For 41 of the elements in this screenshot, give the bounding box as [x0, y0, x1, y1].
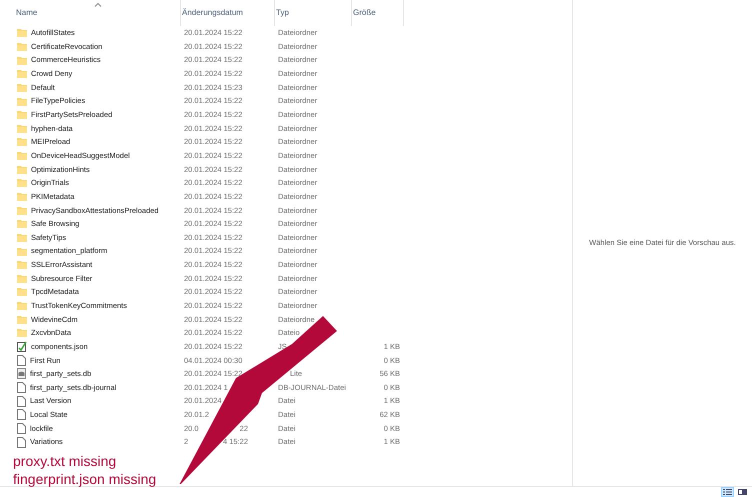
folder-icon: [17, 287, 27, 296]
column-header[interactable]: Name: [15, 0, 181, 26]
details-view-button[interactable]: [721, 487, 734, 497]
tiles-view-button[interactable]: [736, 487, 749, 497]
folder-icon: [17, 124, 27, 133]
annotation-text: fingerprint.json missing: [13, 470, 158, 488]
folder-icon: [17, 274, 27, 283]
annotation-text: proxy.txt missing: [13, 452, 118, 470]
folder-icon: [17, 206, 27, 215]
folder-icon: [17, 301, 27, 310]
folder-icon: [17, 246, 27, 256]
folder-icon: [17, 260, 27, 270]
document-icon: [17, 422, 26, 434]
sort-caret-icon: [94, 3, 101, 7]
folder-icon: [17, 192, 27, 201]
folder-icon: [17, 137, 27, 146]
folder-icon: [17, 96, 27, 106]
folder-icon: [17, 178, 27, 188]
column-header[interactable]: Typ: [275, 0, 352, 26]
document-icon: [17, 354, 26, 366]
preview-pane-icon: [738, 489, 747, 495]
folder-icon: [17, 314, 27, 324]
folder-icon: [17, 232, 27, 242]
list-icon: [723, 489, 732, 495]
document-icon: [17, 396, 26, 407]
folder-icon: [17, 28, 27, 38]
folder-icon: [17, 164, 27, 174]
document-icon: [17, 409, 26, 420]
column-header[interactable]: Größe: [352, 0, 404, 26]
folder-icon: [17, 219, 27, 228]
document-icon: [17, 436, 26, 448]
folder-icon: [17, 328, 27, 338]
folder-icon: [17, 151, 27, 160]
folder-icon: [17, 42, 27, 51]
folder-icon: [17, 110, 27, 120]
column-header[interactable]: Änderungsdatum: [181, 0, 275, 26]
database-file-icon: [17, 368, 26, 380]
folder-icon: [17, 82, 27, 92]
document-icon: [17, 382, 26, 393]
folder-icon: [17, 69, 27, 78]
folder-icon: [17, 56, 27, 65]
